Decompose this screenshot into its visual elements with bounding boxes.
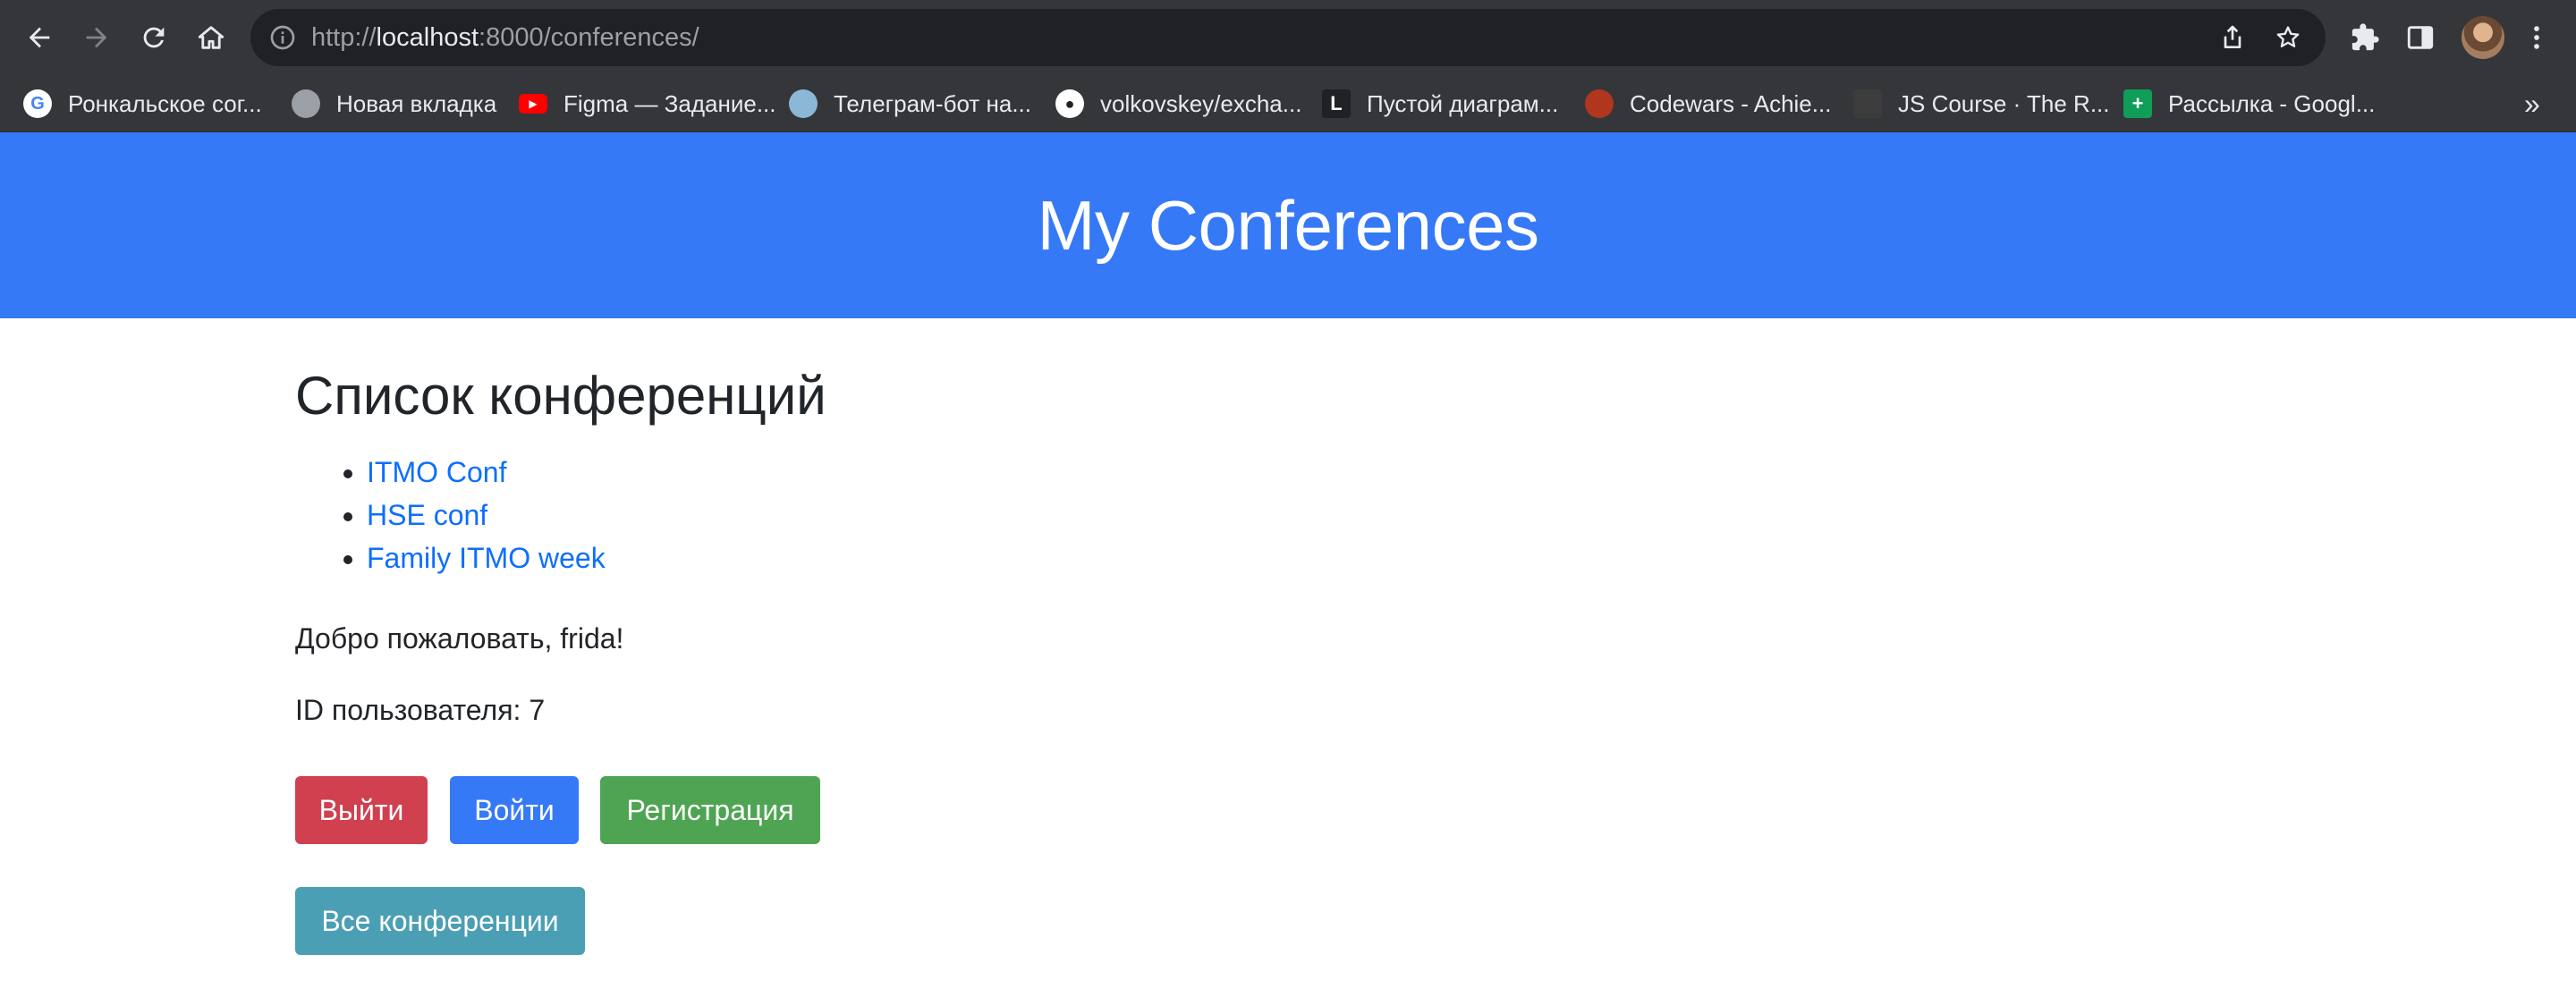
url-path: :8000/conferences/ — [479, 23, 699, 52]
bookmark-label: Figma — Задание... — [564, 89, 776, 117]
forward-button[interactable] — [72, 13, 122, 63]
back-arrow-icon — [29, 27, 50, 48]
more-bookmarks-chevron[interactable]: » — [2524, 75, 2540, 132]
bookmark-label: Пустой диаграм... — [1367, 89, 1559, 117]
login-button[interactable]: Войти — [450, 776, 579, 844]
register-button[interactable]: Регистрация — [600, 776, 820, 844]
user-id-text: ID пользователя: 7 — [295, 694, 546, 726]
share-icon[interactable] — [2218, 23, 2247, 52]
conference-link[interactable]: ITMO Conf — [367, 456, 506, 488]
youtube-icon: ▶ — [519, 94, 547, 114]
extensions-button[interactable] — [2345, 18, 2385, 57]
logout-button[interactable]: Выйти — [295, 776, 428, 844]
bookmark-label: Ронкальское сог... — [68, 89, 262, 117]
forward-arrow-icon — [86, 27, 107, 48]
globe-icon — [292, 89, 320, 118]
site-header: My Conferences — [0, 132, 2576, 318]
all-conferences-button[interactable]: Все конференции — [295, 887, 585, 955]
site-title: My Conferences — [1037, 185, 1539, 265]
js-course-icon — [1853, 89, 1882, 118]
profile-avatar[interactable] — [2462, 16, 2504, 59]
browser-toolbar: http://localhost:8000/conferences/ — [0, 0, 2576, 75]
bookmark-item[interactable]: Телеграм-бот на... — [789, 75, 1031, 132]
page-title: Список конференций — [295, 366, 826, 426]
codewars-icon — [1585, 89, 1614, 118]
list-item: ITMO Conf — [367, 451, 606, 494]
home-icon — [198, 26, 225, 49]
bookmark-item[interactable]: ● volkovskey/excha... — [1055, 75, 1301, 132]
google-sheets-icon: + — [2123, 89, 2152, 118]
site-info-icon[interactable] — [268, 23, 297, 52]
bookmark-label: Codewars - Achie... — [1630, 89, 1832, 117]
side-panel-icon — [2407, 26, 2434, 49]
bookmark-label: Новая вкладка — [336, 89, 497, 117]
bookmark-item[interactable]: G Ронкальское сог... — [23, 75, 262, 132]
bookmark-item[interactable]: JS Course · The R... — [1853, 75, 2110, 132]
bookmark-item[interactable]: + Рассылка - Googl... — [2123, 75, 2375, 132]
bookmark-star-icon[interactable] — [2274, 23, 2302, 52]
conference-link[interactable]: Family ITMO week — [367, 542, 606, 574]
home-button[interactable] — [186, 13, 236, 63]
list-item: Family ITMO week — [367, 537, 606, 579]
side-panel-button[interactable] — [2401, 18, 2440, 57]
browser-menu-button[interactable] — [2517, 18, 2556, 57]
url-host: localhost — [376, 23, 479, 52]
bookmark-label: Рассылка - Googl... — [2168, 89, 2376, 117]
github-icon: ● — [1055, 89, 1084, 118]
conference-list: ITMO Conf HSE conf Family ITMO week — [367, 451, 606, 579]
bookmark-item[interactable]: Codewars - Achie... — [1585, 75, 1831, 132]
bookmarks-bar: G Ронкальское сог... Новая вкладка ▶ Fig… — [0, 75, 2576, 132]
reload-icon — [143, 27, 165, 48]
diagram-icon: L — [1322, 89, 1351, 118]
list-item: HSE conf — [367, 494, 606, 537]
google-icon: G — [23, 89, 52, 118]
bookmark-item[interactable]: L Пустой диаграм... — [1322, 75, 1558, 132]
telegram-avatar-icon — [789, 89, 818, 118]
url-scheme: http:// — [311, 23, 377, 52]
puzzle-icon — [2351, 23, 2379, 51]
conference-link[interactable]: HSE conf — [367, 499, 487, 531]
address-bar[interactable]: http://localhost:8000/conferences/ — [250, 9, 2326, 66]
bookmark-label: Телеграм-бот на... — [834, 89, 1031, 117]
welcome-message: Добро пожаловать, frida! — [295, 622, 624, 655]
kebab-menu-icon — [2534, 26, 2539, 49]
bookmark-label: volkovskey/excha... — [1100, 89, 1302, 117]
bookmark-label: JS Course · The R... — [1898, 89, 2110, 117]
bookmark-item[interactable]: Новая вкладка — [292, 75, 496, 132]
reload-button[interactable] — [129, 13, 179, 63]
url-text[interactable]: http://localhost:8000/conferences/ — [311, 9, 699, 66]
back-button[interactable] — [14, 13, 64, 63]
bookmark-item[interactable]: ▶ Figma — Задание... — [519, 75, 776, 132]
